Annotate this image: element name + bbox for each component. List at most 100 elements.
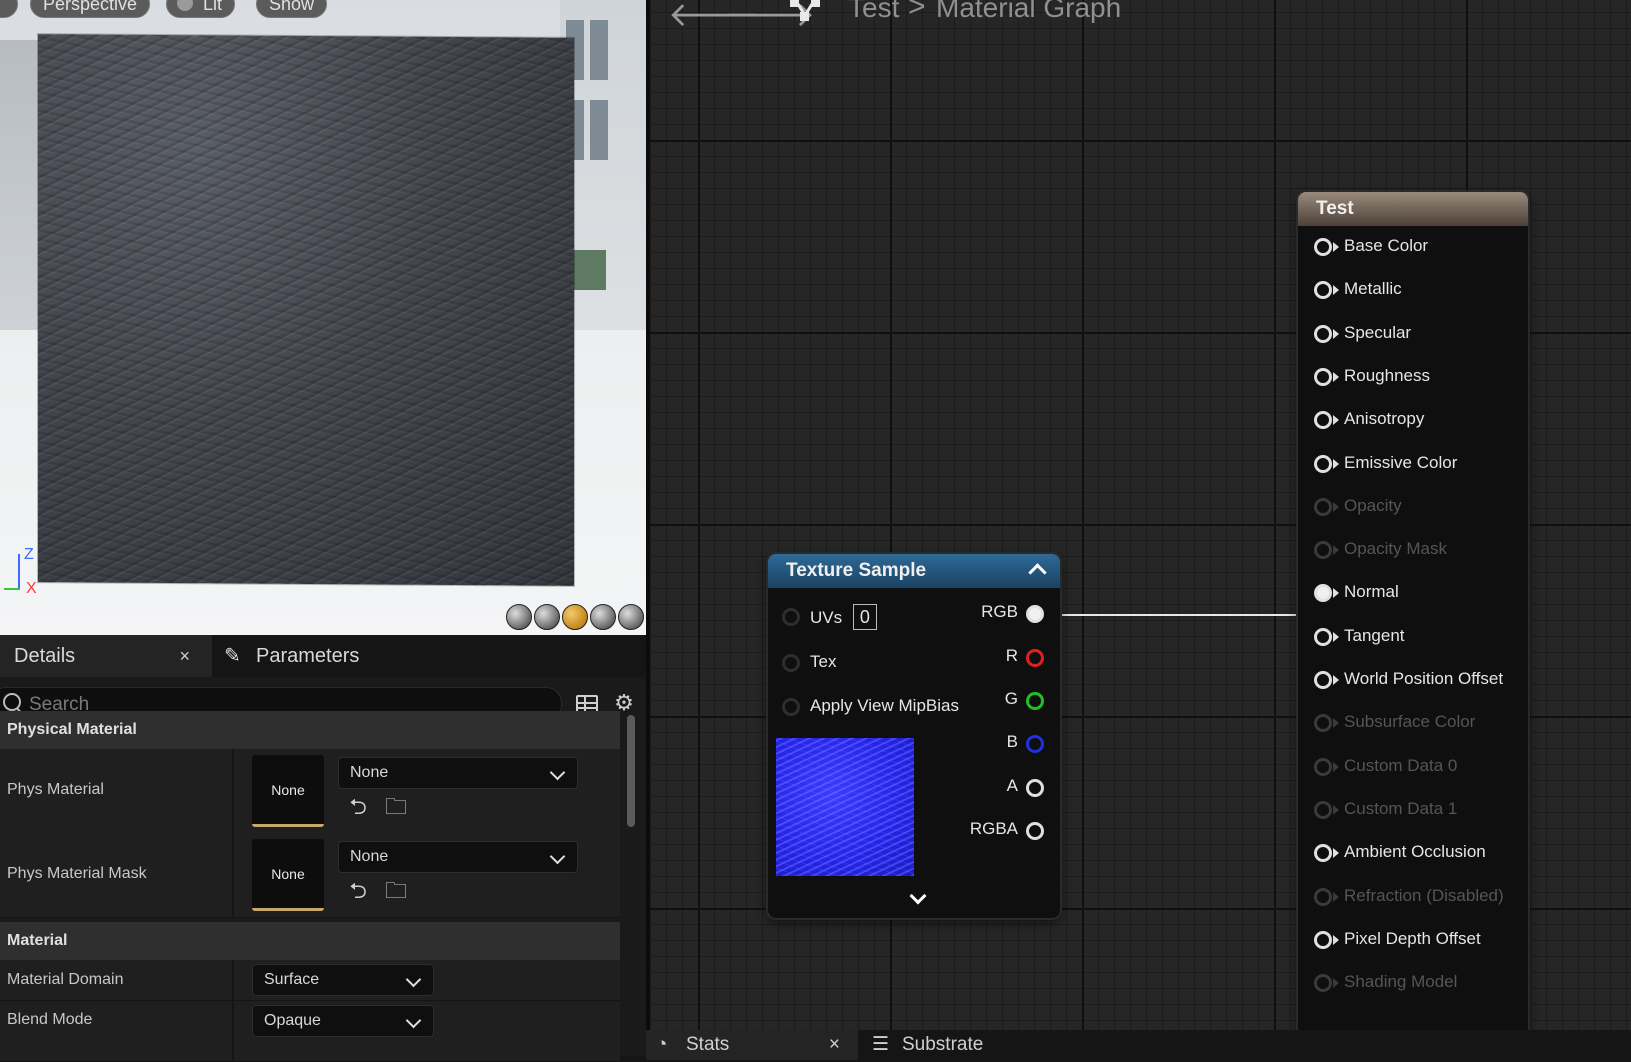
pin-arrow-icon <box>1333 415 1339 426</box>
output-pin-label: Subsurface Color <box>1344 712 1476 732</box>
texture-sample-node[interactable]: Texture Sample UVs 0 Tex Apply View MipB… <box>768 554 1060 918</box>
rgba-output-label: RGBA <box>969 819 1018 838</box>
details-scrollbar[interactable] <box>627 715 635 827</box>
sphere-shape-button[interactable] <box>534 604 560 630</box>
output-pin-tangent[interactable]: Tangent <box>1314 626 1405 646</box>
pin-icon <box>782 654 800 672</box>
output-pin-pixel-depth-offset[interactable]: Pixel Depth Offset <box>1314 929 1481 949</box>
pin-icon <box>1314 324 1332 343</box>
phys-material-mask-row: Phys Material Mask None None ⮌ 🗀 <box>0 833 620 918</box>
section-material[interactable]: Material <box>0 922 620 960</box>
graph-toolbar: 🡐 🡒 Test > Material Graph <box>646 0 1631 36</box>
texture-sample-title[interactable]: Texture Sample <box>768 554 1060 588</box>
pin-icon <box>1314 671 1332 689</box>
b-output-pin[interactable] <box>1026 735 1044 753</box>
output-pin-label: Roughness <box>1344 365 1431 385</box>
breadcrumb-asset[interactable]: Test <box>848 0 899 24</box>
close-icon[interactable]: × <box>179 635 190 677</box>
panel-splitter[interactable] <box>646 0 650 1056</box>
normal-connection-wire[interactable] <box>1062 614 1334 616</box>
phys-material-mask-dropdown[interactable]: None <box>338 841 578 873</box>
texture-preview-thumbnail <box>776 738 914 876</box>
pin-arrow-icon <box>1333 545 1339 556</box>
r-output-pin[interactable] <box>1026 649 1044 667</box>
uvs-index-field[interactable]: 0 <box>852 604 877 630</box>
pin-icon <box>1314 714 1332 733</box>
uvs-input-pin[interactable]: UVs 0 <box>782 604 877 630</box>
pin-arrow-icon <box>1333 804 1339 815</box>
output-pin-metallic[interactable]: Metallic <box>1314 279 1402 300</box>
material-output-node[interactable]: Test Base Color Metallic Specular Roughness… <box>1298 192 1528 1030</box>
pin-arrow-icon <box>1333 631 1339 642</box>
phys-material-thumbnail[interactable]: None <box>252 755 324 827</box>
pin-icon <box>1314 844 1332 863</box>
show-button[interactable]: Show <box>256 0 328 18</box>
pin-icon <box>1314 974 1332 993</box>
blend-mode-dropdown[interactable]: Opaque <box>252 1005 434 1037</box>
viewport-menu-button[interactable] <box>0 0 18 18</box>
tab-parameters[interactable]: ✎ Parameters <box>224 635 359 677</box>
output-pin-label: Pixel Depth Offset <box>1344 928 1481 948</box>
b-output-label: B <box>1006 732 1018 751</box>
plane-shape-button[interactable] <box>562 604 588 630</box>
material-graph-canvas[interactable]: 🡐 🡒 Test > Material Graph Texture Sample… <box>646 0 1631 1030</box>
output-pin-label: Custom Data 0 <box>1344 755 1458 775</box>
tab-details[interactable]: Details × <box>0 635 212 677</box>
rgba-output-pin[interactable] <box>1026 822 1044 840</box>
pin-arrow-icon <box>1333 328 1339 339</box>
material-domain-dropdown[interactable]: Surface <box>252 964 434 996</box>
custom-mesh-button[interactable] <box>618 604 644 630</box>
cube-shape-button[interactable] <box>590 604 616 630</box>
phys-material-mask-thumbnail[interactable]: None <box>252 839 324 911</box>
material-preview-viewport[interactable]: Perspective Lit Show Z X <box>0 0 646 635</box>
cylinder-shape-button[interactable] <box>506 604 532 630</box>
output-pin-base-color[interactable]: Base Color <box>1314 236 1428 256</box>
perspective-button[interactable]: Perspective <box>30 0 151 18</box>
output-pin-specular[interactable]: Specular <box>1314 323 1411 343</box>
pin-icon <box>1314 800 1332 819</box>
output-pin-roughness[interactable]: Roughness <box>1314 366 1430 386</box>
output-pin-label: Refraction (Disabled) <box>1344 885 1504 905</box>
chevron-up-icon[interactable] <box>1028 563 1047 582</box>
lit-icon <box>177 0 193 11</box>
pin-arrow-icon <box>1333 458 1339 469</box>
browse-folder-icon[interactable]: 🗀 <box>384 795 408 819</box>
phys-material-label: Phys Material <box>7 781 104 798</box>
mipbias-input-pin[interactable]: Apply View MipBias <box>782 696 959 716</box>
output-pin-ambient-occlusion[interactable]: Ambient Occlusion <box>1314 842 1486 863</box>
chevron-down-icon[interactable] <box>909 887 927 905</box>
use-selected-icon[interactable]: ⮌ <box>346 795 370 819</box>
tex-input-pin[interactable]: Tex <box>782 652 836 672</box>
lit-button[interactable]: Lit <box>166 0 236 18</box>
output-pin-normal[interactable]: Normal <box>1314 582 1399 603</box>
pin-icon <box>1314 454 1332 473</box>
phys-material-dropdown[interactable]: None <box>338 757 578 789</box>
output-pin-opacity-mask: Opacity Mask <box>1314 539 1447 560</box>
pin-arrow-icon <box>1333 978 1339 989</box>
output-pin-label: Base Color <box>1344 236 1429 255</box>
a-output-pin[interactable] <box>1026 779 1044 797</box>
material-output-title[interactable]: Test <box>1298 192 1528 226</box>
phys-material-row: Phys Material None None ⮌ 🗀 <box>0 749 620 834</box>
phys-material-mask-value: None <box>350 848 389 865</box>
pin-arrow-icon <box>1333 501 1339 512</box>
graph-icon <box>790 0 820 21</box>
output-pin-shading-model: Shading Model <box>1314 972 1457 993</box>
pin-icon <box>1314 411 1332 430</box>
pin-arrow-icon <box>1333 371 1339 382</box>
details-panel: Details × ✎ Parameters ⚙ Physical Materi… <box>0 635 646 1062</box>
use-selected-icon[interactable]: ⮌ <box>346 879 370 903</box>
phys-material-value: None <box>350 764 389 781</box>
rgb-output-pin[interactable] <box>1026 605 1044 623</box>
output-pin-emissive-color[interactable]: Emissive Color <box>1314 453 1457 473</box>
r-output-label: R <box>1005 646 1018 665</box>
g-output-pin[interactable] <box>1026 692 1044 710</box>
breadcrumb-separator: > <box>908 0 926 23</box>
browse-folder-icon[interactable]: 🗀 <box>384 879 408 903</box>
section-physical-material[interactable]: Physical Material <box>0 711 620 749</box>
output-pin-world-position-offset[interactable]: World Position Offset <box>1314 669 1503 689</box>
pin-icon <box>782 608 800 626</box>
breadcrumb-graph[interactable]: Material Graph <box>936 0 1121 24</box>
pin-arrow-icon <box>1333 242 1339 252</box>
output-pin-anisotropy[interactable]: Anisotropy <box>1314 409 1424 430</box>
